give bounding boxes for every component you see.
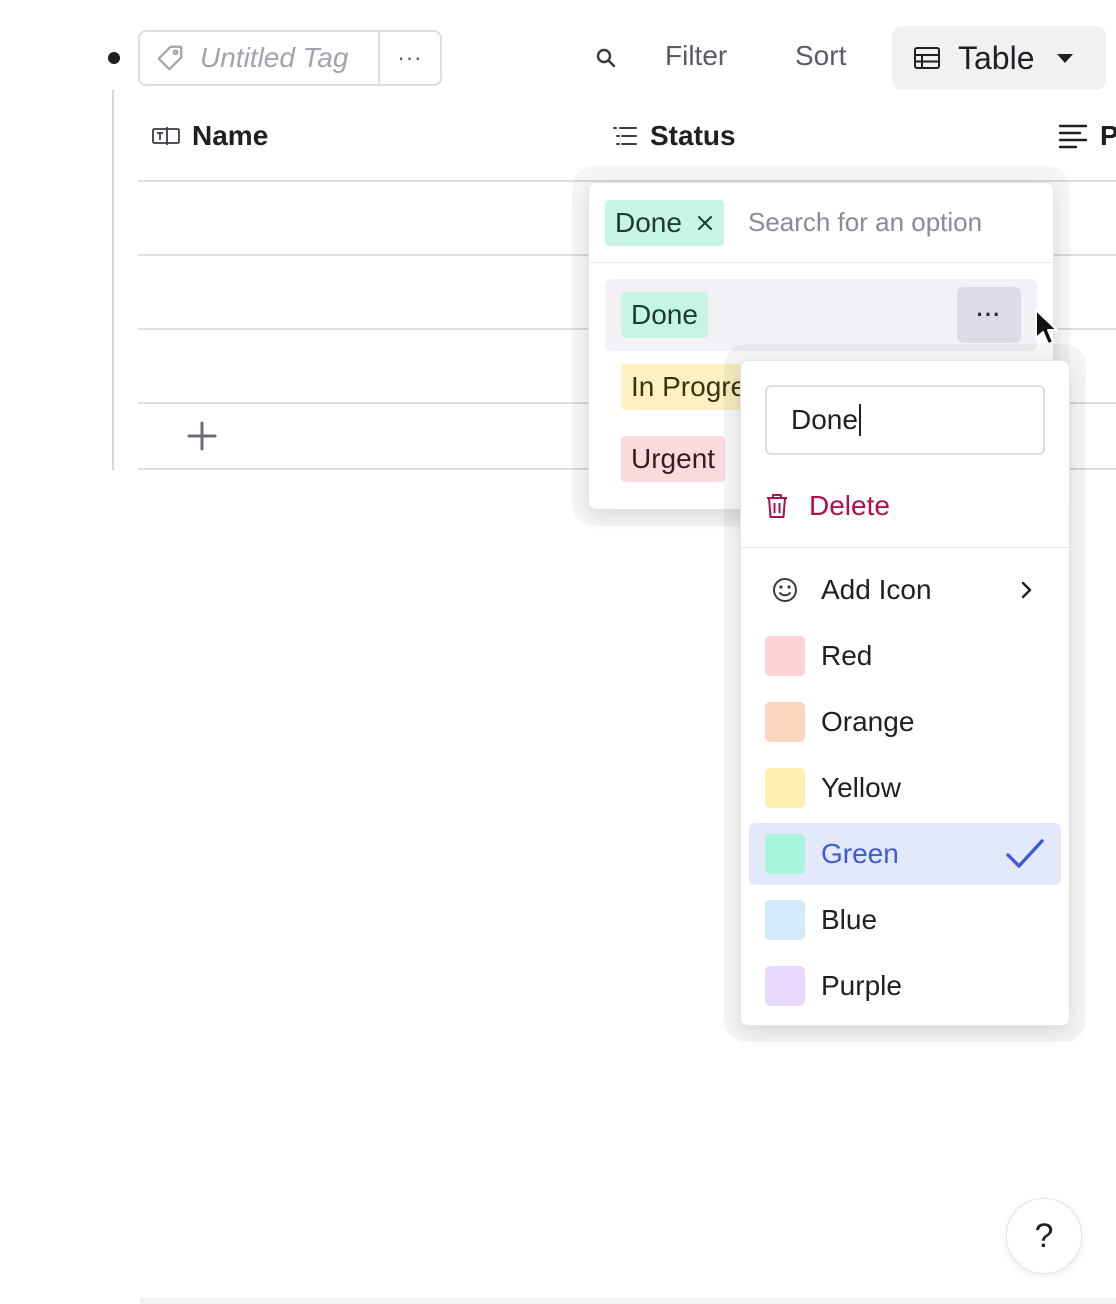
delete-option-button[interactable]: Delete — [765, 481, 890, 531]
color-label: Blue — [821, 904, 878, 935]
checkmark-icon — [1006, 839, 1044, 868]
color-item-yellow[interactable]: Yellow — [749, 757, 1061, 819]
color-swatch-purple — [765, 966, 805, 1006]
help-button[interactable]: ? — [1006, 1198, 1082, 1274]
add-icon-label: Add Icon — [821, 574, 932, 605]
table-left-border — [112, 90, 114, 470]
color-item-blue[interactable]: Blue — [749, 889, 1061, 951]
color-item-purple[interactable]: Purple — [749, 955, 1061, 1017]
tag-field[interactable]: Untitled Tag ··· — [138, 30, 442, 86]
tag-icon — [140, 32, 200, 84]
color-item-red[interactable]: Red — [749, 625, 1061, 687]
color-label: Orange — [821, 706, 915, 737]
list-icon — [613, 127, 637, 145]
column-header-p[interactable]: P — [1058, 120, 1116, 152]
option-chip: Urgent — [621, 436, 726, 482]
column-header-name[interactable]: Name — [152, 120, 268, 152]
text-caret — [858, 404, 861, 436]
color-swatch-red — [765, 636, 805, 676]
text-field-icon — [152, 127, 180, 145]
option-name-value: Done — [791, 404, 858, 435]
color-swatch-blue — [765, 900, 805, 940]
option-search-input[interactable]: Search for an option — [748, 207, 982, 238]
trash-icon — [767, 494, 787, 518]
column-header-status-label: Status — [650, 120, 736, 151]
add-row-icon[interactable] — [186, 420, 218, 452]
color-swatch-yellow — [765, 768, 805, 808]
option-context-menu: Done Delete Add Icon Red Orange Yellow G… — [740, 360, 1070, 1026]
smiley-icon — [765, 570, 805, 610]
color-item-green[interactable]: Green — [749, 823, 1061, 885]
mouse-cursor-icon — [1035, 309, 1058, 345]
paragraph-icon — [1058, 124, 1088, 149]
option-name-input[interactable]: Done — [765, 385, 1045, 455]
close-icon[interactable] — [696, 214, 714, 232]
chevron-right-icon — [1021, 581, 1032, 599]
add-icon-item[interactable]: Add Icon — [749, 559, 1061, 621]
column-header-name-label: Name — [192, 120, 269, 151]
delete-label: Delete — [809, 490, 890, 521]
color-item-orange[interactable]: Orange — [749, 691, 1061, 753]
column-header-status[interactable]: Status — [612, 120, 736, 152]
color-label: Yellow — [821, 772, 901, 803]
menu-divider — [741, 547, 1069, 548]
tag-placeholder[interactable]: Untitled Tag — [200, 42, 378, 74]
bullet-point — [108, 52, 120, 64]
option-search-bar[interactable]: Done Search for an option — [589, 183, 1053, 263]
color-label: Green — [821, 838, 899, 869]
page: Untitled Tag ··· Filter Sort Table Name … — [0, 0, 1116, 1304]
selected-chip: Done — [605, 199, 724, 246]
color-label: Red — [821, 640, 873, 671]
bottom-edge — [140, 1298, 1116, 1304]
column-header-p-label: P — [1100, 120, 1116, 151]
view-label: Table — [958, 39, 1035, 76]
view-switcher-button[interactable]: Table — [892, 26, 1106, 90]
sort-button[interactable]: Sort — [795, 40, 846, 72]
color-swatch-orange — [765, 702, 805, 742]
option-chip: Done — [621, 292, 708, 338]
tag-more-button[interactable]: ··· — [380, 32, 440, 84]
option-row-done[interactable]: Done ··· — [605, 279, 1037, 351]
caret-down-icon — [1056, 53, 1073, 63]
table-icon — [914, 47, 940, 69]
selected-chip-label: Done — [615, 206, 682, 238]
option-more-button[interactable]: ··· — [957, 287, 1021, 343]
filter-button[interactable]: Filter — [665, 40, 727, 72]
color-swatch-green — [765, 834, 805, 874]
color-label: Purple — [821, 970, 902, 1001]
search-icon[interactable] — [594, 46, 618, 70]
